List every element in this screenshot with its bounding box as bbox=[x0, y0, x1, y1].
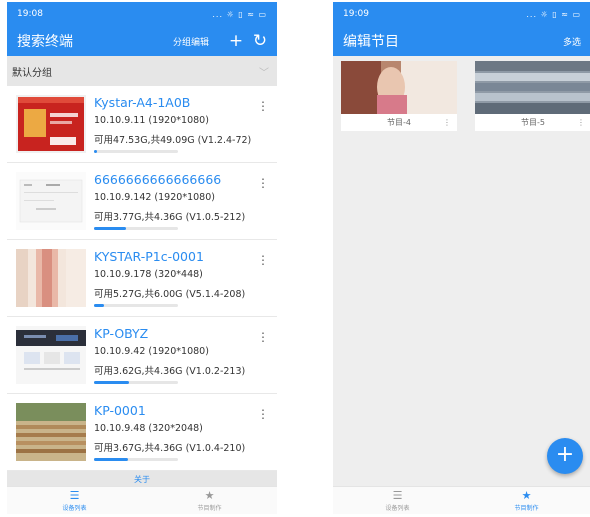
tab-label: 节目制作 bbox=[197, 504, 222, 512]
storage-bar-fill bbox=[94, 458, 128, 461]
more-options-icon[interactable]: ⋮ bbox=[257, 331, 269, 343]
device-thumbnail bbox=[16, 172, 86, 230]
more-options-icon[interactable]: ⋮ bbox=[257, 177, 269, 189]
more-options-icon[interactable]: ⋮ bbox=[257, 254, 269, 266]
device-storage: 可用3.67G,共4.36G (V1.0.4-210) bbox=[94, 443, 246, 454]
more-options-icon[interactable]: ⋮ bbox=[257, 100, 269, 112]
program-name: 节目-5 bbox=[521, 118, 545, 127]
plus-icon: + bbox=[555, 442, 575, 467]
more-options-icon[interactable]: ⋮ bbox=[443, 118, 451, 127]
status-bar: 19:08 ... ☼ ▯ ≈ ▭ bbox=[7, 2, 277, 26]
page-title: 编辑节目 bbox=[343, 34, 399, 50]
device-item[interactable]: KP-0001 10.10.9.48 (320*2048) 可用3.67G,共4… bbox=[7, 394, 277, 471]
storage-bar-fill bbox=[94, 227, 126, 230]
add-icon[interactable]: + bbox=[227, 32, 245, 50]
status-time: 19:09 bbox=[343, 9, 369, 19]
tab-device-list[interactable]: ☰ 设备列表 bbox=[333, 487, 462, 514]
program-card[interactable]: 节目-4 ⋮ bbox=[341, 61, 457, 131]
storage-bar-fill bbox=[94, 150, 97, 153]
program-label-row: 节目-5 ⋮ bbox=[475, 114, 590, 131]
star-icon: ★ bbox=[521, 488, 532, 502]
program-edit-screen: 19:09 ... ☼ ▯ ≈ ▭ 编辑节目 多选 节目-4 ⋮ 节目-5 ⋮ … bbox=[333, 2, 590, 514]
storage-bar bbox=[94, 304, 178, 307]
multi-select-button[interactable]: 多选 bbox=[563, 35, 581, 48]
bottom-tab-bar: ☰ 设备列表 ★ 节目制作 bbox=[7, 486, 277, 514]
device-name: KP-0001 bbox=[94, 403, 146, 418]
bottom-tab-bar: ☰ 设备列表 ★ 节目制作 bbox=[333, 486, 590, 514]
tab-label: 节目制作 bbox=[514, 504, 539, 512]
device-item[interactable]: KP-OBYZ 10.10.9.42 (1920*1080) 可用3.62G,共… bbox=[7, 317, 277, 394]
list-icon: ☰ bbox=[392, 488, 403, 502]
device-ip: 10.10.9.142 (1920*1080) bbox=[94, 192, 215, 203]
page-title: 搜索终端 bbox=[17, 34, 73, 50]
storage-bar bbox=[94, 150, 178, 153]
tab-label: 设备列表 bbox=[62, 504, 87, 512]
device-ip: 10.10.9.178 (320*448) bbox=[94, 269, 203, 280]
device-item[interactable]: 6666666666666666 10.10.9.142 (1920*1080)… bbox=[7, 163, 277, 240]
group-name: 默认分组 bbox=[12, 67, 52, 79]
tab-program-make[interactable]: ★ 节目制作 bbox=[462, 487, 590, 514]
device-storage: 可用3.62G,共4.36G (V1.0.2-213) bbox=[94, 366, 246, 377]
tab-program-make[interactable]: ★ 节目制作 bbox=[142, 487, 277, 514]
storage-bar-fill bbox=[94, 304, 105, 307]
program-name: 节目-4 bbox=[387, 118, 411, 127]
device-thumbnail bbox=[16, 326, 86, 384]
storage-bar bbox=[94, 381, 178, 384]
device-name: 6666666666666666 bbox=[94, 172, 222, 187]
device-name: KYSTAR-P1c-0001 bbox=[94, 249, 204, 264]
program-thumbnail bbox=[341, 61, 457, 114]
device-list-screen: 19:08 ... ☼ ▯ ≈ ▭ 搜索终端 分组编辑 + ↻ 默认分组 ﹀ K… bbox=[7, 2, 277, 514]
more-options-icon[interactable]: ⋮ bbox=[577, 118, 585, 127]
device-thumbnail bbox=[16, 249, 86, 307]
storage-bar bbox=[94, 227, 178, 230]
tab-label: 设备列表 bbox=[385, 504, 410, 512]
chevron-down-icon[interactable]: ﹀ bbox=[259, 64, 269, 79]
device-ip: 10.10.9.48 (320*2048) bbox=[94, 423, 203, 434]
add-program-button[interactable]: + bbox=[547, 438, 583, 474]
group-edit-button[interactable]: 分组编辑 bbox=[173, 35, 209, 48]
program-label-row: 节目-4 ⋮ bbox=[341, 114, 457, 131]
program-thumbnail bbox=[475, 61, 590, 114]
device-name: Kystar-A4-1A0B bbox=[94, 95, 191, 110]
refresh-icon[interactable]: ↻ bbox=[251, 32, 269, 50]
device-storage: 可用5.27G,共6.00G (V5.1.4-208) bbox=[94, 289, 246, 300]
storage-bar-fill bbox=[94, 381, 130, 384]
app-bar: 编辑节目 多选 bbox=[333, 26, 590, 56]
tab-device-list[interactable]: ☰ 设备列表 bbox=[7, 487, 142, 514]
program-card[interactable]: 节目-5 ⋮ bbox=[475, 61, 590, 131]
storage-bar bbox=[94, 458, 178, 461]
group-header[interactable]: 默认分组 ﹀ bbox=[7, 56, 277, 86]
device-ip: 10.10.9.11 (1920*1080) bbox=[94, 115, 209, 126]
program-grid: 节目-4 ⋮ 节目-5 ⋮ bbox=[333, 56, 590, 131]
device-storage: 可用3.77G,共4.36G (V1.0.5-212) bbox=[94, 212, 246, 223]
device-item[interactable]: KYSTAR-P1c-0001 10.10.9.178 (320*448) 可用… bbox=[7, 240, 277, 317]
device-thumbnail bbox=[16, 403, 86, 461]
status-bar: 19:09 ... ☼ ▯ ≈ ▭ bbox=[333, 2, 590, 26]
list-icon: ☰ bbox=[69, 488, 80, 502]
device-thumbnail bbox=[16, 95, 86, 153]
status-time: 19:08 bbox=[17, 9, 43, 19]
more-options-icon[interactable]: ⋮ bbox=[257, 408, 269, 420]
device-storage: 可用47.53G,共49.09G (V1.2.4-72) bbox=[94, 135, 252, 146]
status-icons: ... ☼ ▯ ≈ ▭ bbox=[526, 9, 581, 19]
status-icons: ... ☼ ▯ ≈ ▭ bbox=[212, 9, 267, 19]
star-icon: ★ bbox=[204, 488, 215, 502]
device-ip: 10.10.9.42 (1920*1080) bbox=[94, 346, 209, 357]
device-item[interactable]: Kystar-A4-1A0B 10.10.9.11 (1920*1080) 可用… bbox=[7, 86, 277, 163]
device-name: KP-OBYZ bbox=[94, 326, 149, 341]
app-bar: 搜索终端 分组编辑 + ↻ bbox=[7, 26, 277, 56]
